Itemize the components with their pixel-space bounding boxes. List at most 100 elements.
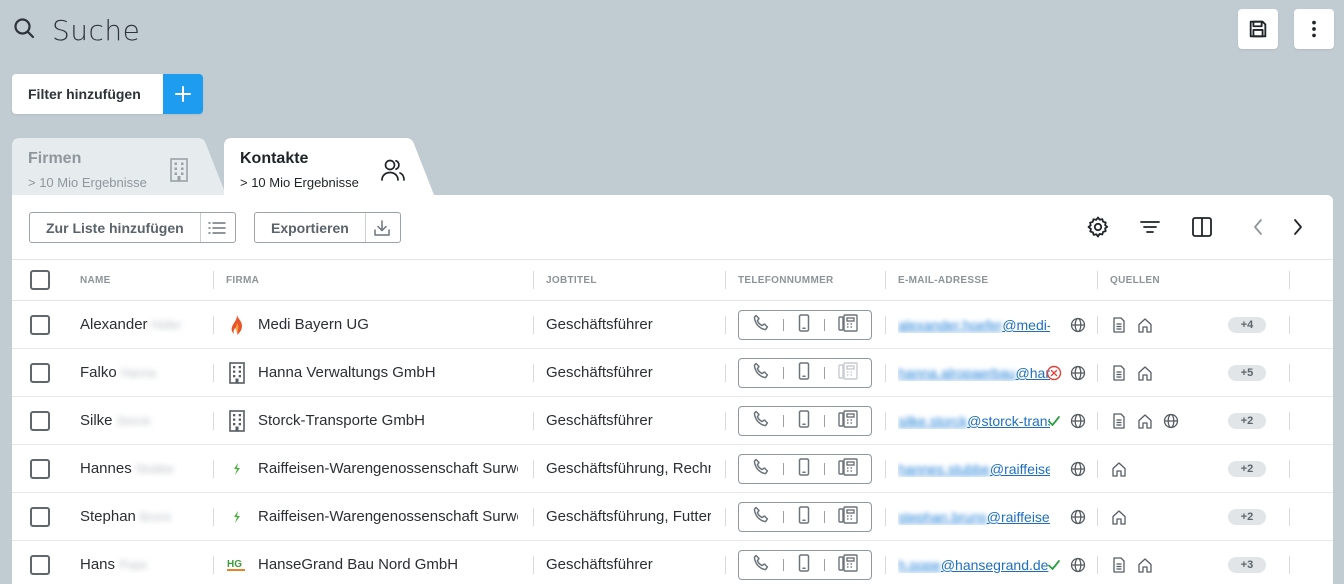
column-divider: [1097, 460, 1098, 478]
save-button[interactable]: [1238, 9, 1278, 49]
email-link[interactable]: silke.storck@storck-transporte: [898, 413, 1050, 429]
mobile-icon[interactable]: [798, 553, 810, 577]
home-icon[interactable]: [1136, 412, 1154, 430]
document-icon[interactable]: [1110, 412, 1128, 430]
company-link[interactable]: Raiffeisen-Warengenossenschaft Surwold: [258, 508, 518, 525]
more-sources-badge[interactable]: +4: [1228, 317, 1266, 333]
phone-icon[interactable]: [752, 458, 770, 481]
mobile-icon[interactable]: [798, 361, 810, 385]
fax-icon[interactable]: [838, 457, 858, 481]
document-icon[interactable]: [1110, 364, 1128, 382]
table-row[interactable]: Hans Pope HG HanseGrand Bau Nord GmbH Geschä…: [12, 541, 1333, 584]
table-row[interactable]: Hannes Stubbe Raiffeisen-Warengenossenscha…: [12, 445, 1333, 493]
table-row[interactable]: Alexander Hüfer Medi Bayern UG Geschäftsfüh…: [12, 301, 1333, 349]
home-icon[interactable]: [1110, 460, 1128, 478]
globe-icon[interactable]: [1069, 316, 1087, 334]
more-sources-badge[interactable]: +2: [1228, 461, 1266, 477]
phone-icon[interactable]: [752, 362, 770, 385]
tab-firmen[interactable]: Firmen > 10 Mio Ergebnisse: [12, 138, 226, 195]
home-icon[interactable]: [1136, 316, 1154, 334]
globe-icon[interactable]: [1069, 508, 1087, 526]
chevron-left-icon[interactable]: [1245, 214, 1271, 240]
more-sources-badge[interactable]: +2: [1228, 413, 1266, 429]
filter-lines-icon[interactable]: [1137, 214, 1163, 240]
home-icon[interactable]: [1136, 364, 1154, 382]
phone-icon[interactable]: [752, 410, 770, 433]
col-quellen[interactable]: QUELLEN: [1110, 275, 1160, 286]
contact-name[interactable]: Stephan Bruns: [80, 508, 205, 525]
globe-icon[interactable]: [1069, 364, 1087, 382]
col-name[interactable]: NAME: [80, 275, 111, 286]
company-link[interactable]: Storck-Transporte GmbH: [258, 412, 518, 429]
more-options-button[interactable]: [1294, 9, 1334, 49]
column-divider[interactable]: [725, 271, 726, 289]
company-link[interactable]: Medi Bayern UG: [258, 316, 518, 333]
search-icon[interactable]: [12, 16, 36, 45]
company-link[interactable]: Raiffeisen-Warengenossenschaft Surwold: [258, 460, 518, 477]
col-email[interactable]: E-MAIL-ADRESSE: [898, 275, 988, 286]
chevron-right-icon[interactable]: [1285, 214, 1311, 240]
column-divider[interactable]: [1097, 271, 1098, 289]
col-telefonnummer[interactable]: TELEFONNUMMER: [738, 275, 834, 286]
email-link[interactable]: alexander.hoefer@medi-bayern: [898, 317, 1050, 333]
more-sources-badge[interactable]: +5: [1228, 365, 1266, 381]
fax-icon[interactable]: [838, 409, 858, 433]
home-icon[interactable]: [1110, 508, 1128, 526]
add-to-list-button[interactable]: Zur Liste hinzufügen: [29, 212, 236, 243]
more-sources-badge[interactable]: +3: [1228, 557, 1266, 573]
table-row[interactable]: Stephan Bruns Raiffeisen-Warengenossenscha…: [12, 493, 1333, 541]
plus-icon[interactable]: [163, 74, 203, 114]
contact-name[interactable]: Hannes Stubbe: [80, 460, 205, 477]
mobile-icon[interactable]: [798, 409, 810, 433]
email-link[interactable]: hanna.alropaerbau@hanna: [898, 365, 1050, 381]
add-filter-button[interactable]: Filter hinzufügen: [12, 74, 203, 114]
document-icon[interactable]: [1110, 316, 1128, 334]
mobile-icon[interactable]: [798, 313, 810, 337]
col-firma[interactable]: FIRMA: [226, 275, 259, 286]
col-jobtitel[interactable]: JOBTITEL: [546, 275, 597, 286]
row-checkbox[interactable]: [30, 555, 50, 575]
phone-icon[interactable]: [752, 554, 770, 577]
home-icon[interactable]: [1136, 556, 1154, 574]
email-link[interactable]: stephan.bruns@raiffeisen: [898, 509, 1050, 525]
company-link[interactable]: Hanna Verwaltungs GmbH: [258, 364, 518, 381]
gear-icon[interactable]: [1085, 214, 1111, 240]
fax-icon[interactable]: [838, 553, 858, 577]
email-link[interactable]: hannes.stubbe@raiffeisen: [898, 461, 1050, 477]
contact-name[interactable]: Alexander Hüfer: [80, 316, 205, 333]
fax-icon[interactable]: [838, 505, 858, 529]
phone-icon[interactable]: [752, 506, 770, 529]
row-checkbox[interactable]: [30, 363, 50, 383]
globe-icon[interactable]: [1069, 556, 1087, 574]
more-sources-badge[interactable]: +2: [1228, 509, 1266, 525]
table-row[interactable]: Falko Hanna Hanna Verwaltungs GmbH Geschäft…: [12, 349, 1333, 397]
column-divider[interactable]: [213, 271, 214, 289]
contact-name[interactable]: Silke Storck: [80, 412, 205, 429]
column-divider: [885, 412, 886, 430]
globe-icon[interactable]: [1069, 412, 1087, 430]
columns-icon[interactable]: [1189, 214, 1215, 240]
mobile-icon[interactable]: [798, 457, 810, 481]
export-button[interactable]: Exportieren: [254, 212, 401, 243]
mobile-icon[interactable]: [798, 505, 810, 529]
column-divider[interactable]: [533, 271, 534, 289]
contact-name[interactable]: Falko Hanna: [80, 364, 205, 381]
table-row[interactable]: Silke Storck Storck-Transporte GmbH Geschäf…: [12, 397, 1333, 445]
column-divider[interactable]: [885, 271, 886, 289]
row-checkbox[interactable]: [30, 459, 50, 479]
column-divider[interactable]: [1289, 271, 1290, 289]
phone-icon[interactable]: [752, 314, 770, 337]
select-all-checkbox[interactable]: [30, 270, 50, 290]
row-checkbox[interactable]: [30, 411, 50, 431]
company-link[interactable]: HanseGrand Bau Nord GmbH: [258, 556, 518, 573]
document-icon[interactable]: [1110, 556, 1128, 574]
contact-name[interactable]: Hans Pope: [80, 556, 205, 573]
row-checkbox[interactable]: [30, 315, 50, 335]
column-divider: [1289, 556, 1290, 574]
globe-icon[interactable]: [1162, 412, 1180, 430]
row-checkbox[interactable]: [30, 507, 50, 527]
globe-icon[interactable]: [1069, 460, 1087, 478]
email-link[interactable]: h.pope@hansegrand.de: [898, 557, 1050, 573]
tab-kontakte[interactable]: Kontakte > 10 Mio Ergebnisse: [224, 138, 434, 195]
fax-icon[interactable]: [838, 313, 858, 337]
